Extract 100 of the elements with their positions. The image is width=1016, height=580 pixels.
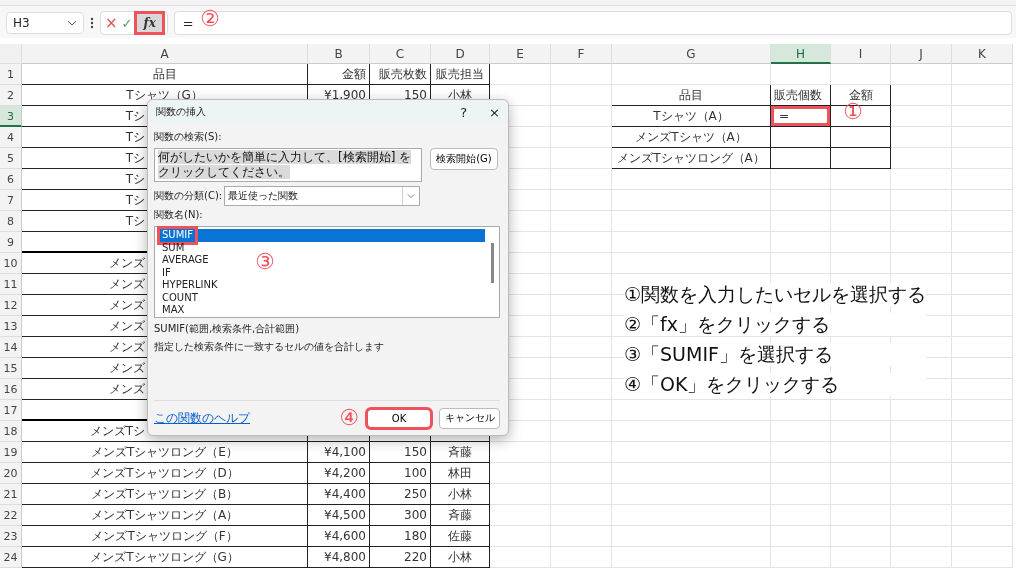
row-header[interactable]: 4 [0, 127, 22, 148]
row-header[interactable]: 19 [0, 442, 22, 463]
empty-cell [891, 463, 952, 484]
table-cell: = [771, 106, 831, 127]
empty-cell [952, 274, 1013, 295]
empty-cell [771, 421, 831, 442]
dialog-title: 関数の挿入 [156, 105, 206, 119]
table-cell: メンズTシャツロング（D） [22, 463, 308, 484]
empty-cell [952, 463, 1013, 484]
empty-cell [551, 232, 612, 253]
row-header[interactable]: 13 [0, 316, 22, 337]
column-header[interactable]: J [891, 44, 952, 64]
row-header[interactable]: 14 [0, 337, 22, 358]
empty-cell [891, 190, 952, 211]
empty-cell [771, 232, 831, 253]
column-header[interactable]: B [308, 44, 370, 64]
row-header[interactable]: 23 [0, 526, 22, 547]
row-header[interactable]: 10 [0, 253, 22, 274]
empty-cell [771, 64, 831, 85]
search-button[interactable]: 検索開始(G) [430, 148, 498, 170]
column-header[interactable]: F [551, 44, 612, 64]
empty-cell [831, 211, 891, 232]
row-header[interactable]: 2 [0, 85, 22, 106]
empty-cell [551, 505, 612, 526]
function-item[interactable]: SUMIF [158, 229, 485, 242]
empty-cell [771, 148, 831, 169]
table-cell: 金額 [308, 64, 370, 85]
row-header[interactable]: 22 [0, 505, 22, 526]
table-cell: 品目 [22, 64, 308, 85]
help-button[interactable]: ? [460, 104, 468, 120]
instruction-text: ③「SUMIF」を選択する [624, 343, 927, 366]
empty-cell [891, 148, 952, 169]
column-header[interactable]: C [370, 44, 431, 64]
row-header[interactable]: 7 [0, 190, 22, 211]
empty-cell [952, 358, 1013, 379]
row-header[interactable]: 9 [0, 232, 22, 253]
row-header[interactable]: 24 [0, 547, 22, 568]
function-item[interactable]: AVERAGE [158, 254, 211, 267]
empty-cell [490, 526, 551, 547]
instruction-text: ①関数を入力したいセルを選択する [624, 283, 927, 306]
function-item[interactable]: MAX [158, 304, 187, 317]
column-header[interactable]: I [831, 44, 891, 64]
row-header[interactable]: 1 [0, 64, 22, 85]
step-marker: ② [200, 8, 220, 30]
row-header[interactable]: 3 [0, 106, 22, 127]
empty-cell [831, 526, 891, 547]
select-all-corner[interactable] [0, 44, 22, 64]
empty-cell [831, 232, 891, 253]
table-cell: 100 [370, 463, 431, 484]
row-header[interactable]: 11 [0, 274, 22, 295]
empty-cell [771, 526, 831, 547]
column-header[interactable]: G [612, 44, 771, 64]
empty-cell [952, 106, 1013, 127]
function-item[interactable]: SUM [158, 241, 187, 254]
category-label: 関数の分類(C): [154, 189, 223, 203]
column-header[interactable]: E [490, 44, 551, 64]
column-header[interactable]: A [22, 44, 308, 64]
table-cell: 佐藤 [431, 526, 490, 547]
empty-cell [490, 442, 551, 463]
scrollbar[interactable] [491, 243, 494, 283]
empty-cell [490, 505, 551, 526]
row-header[interactable]: 15 [0, 358, 22, 379]
row-header[interactable]: 16 [0, 379, 22, 400]
empty-cell [551, 148, 612, 169]
empty-cell [551, 106, 612, 127]
empty-cell [952, 379, 1013, 400]
category-dropdown[interactable]: 最近使った関数 [224, 186, 421, 206]
function-item[interactable]: HYPERLINK [158, 279, 220, 292]
table-cell: 品目 [612, 85, 771, 106]
column-header[interactable]: H [771, 44, 831, 64]
ok-button[interactable]: OK [367, 408, 431, 428]
table-cell: 250 [370, 484, 431, 505]
empty-cell [952, 484, 1013, 505]
empty-cell [771, 127, 831, 148]
table-cell: メンズTシャツロング（F） [22, 526, 308, 547]
table-cell: 販売枚数 [370, 64, 431, 85]
column-header[interactable]: K [952, 44, 1013, 64]
table-cell: 斉藤 [431, 505, 490, 526]
cancel-button[interactable]: キャンセル [439, 407, 500, 429]
search-field[interactable]: 何がしたいかを簡単に入力して、[検索開始] をクリックしてください。 [154, 148, 422, 182]
row-header[interactable]: 5 [0, 148, 22, 169]
close-button[interactable]: × [489, 104, 500, 120]
insert-function-button[interactable]: fx [136, 13, 163, 33]
more-icon[interactable] [90, 17, 94, 29]
empty-cell [551, 400, 612, 421]
empty-cell [551, 484, 612, 505]
row-header[interactable]: 6 [0, 169, 22, 190]
empty-cell [551, 379, 612, 400]
row-header[interactable]: 17 [0, 400, 22, 421]
cancel-button[interactable]: × [105, 14, 118, 32]
row-header[interactable]: 21 [0, 484, 22, 505]
column-header[interactable]: D [431, 44, 490, 64]
row-header[interactable]: 12 [0, 295, 22, 316]
row-header[interactable]: 20 [0, 463, 22, 484]
empty-cell [551, 253, 612, 274]
empty-cell [551, 85, 612, 106]
name-box[interactable]: H3 [6, 12, 84, 34]
row-header[interactable]: 18 [0, 421, 22, 442]
row-header[interactable]: 8 [0, 211, 22, 232]
empty-cell [831, 64, 891, 85]
